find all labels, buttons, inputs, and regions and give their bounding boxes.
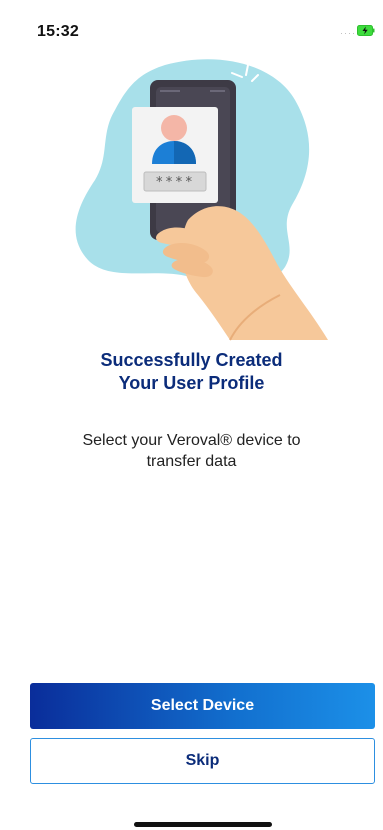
home-indicator[interactable] (134, 822, 272, 827)
phone-in-hand-user-profile-illustration: **** (75, 59, 328, 341)
page-subtitle: Select your Veroval® device to transfer … (0, 430, 383, 472)
select-device-button[interactable]: Select Device (30, 683, 375, 729)
status-bar: 15:32 ···· (0, 0, 383, 50)
title-line-1: Successfully Created (100, 350, 283, 370)
status-time: 15:32 (37, 23, 79, 40)
subtitle-line-2: transfer data (146, 453, 237, 470)
subtitle-line-1: Select your Veroval® device to (82, 432, 301, 449)
pin-masked-text: **** (155, 175, 194, 190)
charging-battery-icon (357, 25, 375, 36)
title-line-2: Your User Profile (118, 373, 265, 393)
page-title: Successfully Created Your User Profile (0, 349, 383, 395)
skip-button[interactable]: Skip (30, 738, 375, 784)
signal-icon: ···· (340, 28, 356, 38)
